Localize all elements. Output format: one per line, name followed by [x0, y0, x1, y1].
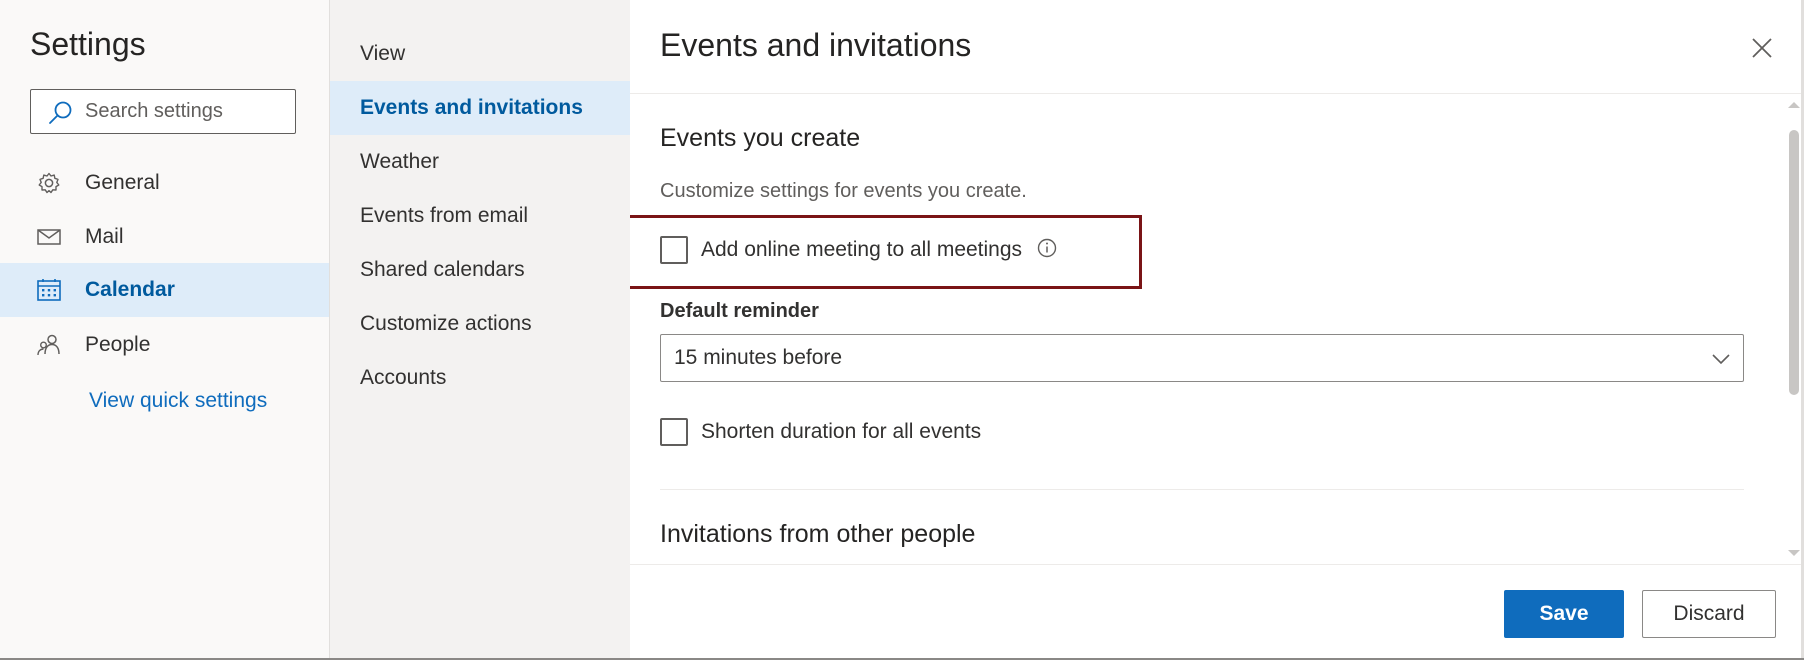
submenu-item-customize-actions[interactable]: Customize actions — [330, 297, 630, 351]
scroll-down-arrow-icon[interactable] — [1788, 550, 1800, 556]
nav-item-label: People — [85, 333, 151, 356]
submenu-item-weather[interactable]: Weather — [330, 135, 630, 189]
scrollbar-thumb[interactable] — [1789, 130, 1799, 395]
view-quick-settings-link[interactable]: View quick settings — [89, 389, 267, 413]
section-heading-events-you-create: Events you create — [660, 124, 861, 152]
settings-sidebar: Settings General Mail — [0, 0, 330, 660]
search-box[interactable] — [30, 89, 296, 134]
settings-scroll-area[interactable]: Events you create Customize settings for… — [630, 94, 1804, 564]
default-reminder-value: 15 minutes before — [674, 346, 843, 369]
online-meeting-label: Add online meeting to all meetings — [701, 238, 1023, 261]
default-reminder-label: Default reminder — [660, 300, 819, 322]
mail-icon — [37, 229, 61, 245]
calendar-submenu: View Events and invitations Weather Even… — [330, 0, 630, 660]
shorten-duration-label: Shorten duration for all events — [701, 420, 982, 443]
nav-item-mail[interactable]: Mail — [0, 210, 329, 264]
nav-item-label: General — [85, 171, 160, 194]
chevron-down-icon — [1712, 354, 1730, 365]
nav-item-calendar[interactable]: Calendar — [0, 263, 329, 317]
submenu-item-shared-calendars[interactable]: Shared calendars — [330, 243, 630, 297]
nav-item-label: Mail — [85, 225, 124, 248]
shorten-duration-option[interactable]: Shorten duration for all events — [660, 418, 981, 446]
submenu-item-events-from-email[interactable]: Events from email — [330, 189, 630, 243]
nav-item-people[interactable]: People — [0, 318, 329, 372]
gear-icon — [38, 172, 60, 194]
section-heading-invitations: Invitations from other people — [660, 520, 976, 548]
discard-button[interactable]: Discard — [1642, 590, 1776, 638]
people-icon — [37, 334, 60, 356]
search-input[interactable] — [85, 90, 285, 133]
settings-content-panel: Events and invitations Events you create… — [630, 0, 1804, 660]
section-divider — [660, 489, 1744, 490]
default-reminder-dropdown[interactable]: 15 minutes before — [660, 334, 1744, 382]
panel-title: Events and invitations — [660, 27, 972, 63]
nav-item-label: Calendar — [85, 278, 175, 301]
nav-item-general[interactable]: General — [0, 156, 329, 210]
footer-divider — [630, 564, 1804, 565]
submenu-item-accounts[interactable]: Accounts — [330, 351, 630, 405]
search-icon — [49, 101, 72, 124]
scroll-up-arrow-icon[interactable] — [1788, 102, 1800, 108]
save-button[interactable]: Save — [1504, 590, 1624, 638]
calendar-icon — [37, 279, 61, 301]
online-meeting-checkbox[interactable] — [660, 236, 688, 264]
close-icon[interactable] — [1742, 28, 1782, 68]
info-icon[interactable] — [1036, 237, 1058, 259]
submenu-item-view[interactable]: View — [330, 27, 630, 81]
section-description: Customize settings for events you create… — [660, 180, 1027, 202]
submenu-item-events-and-invitations[interactable]: Events and invitations — [330, 81, 630, 135]
online-meeting-option[interactable]: Add online meeting to all meetings — [660, 236, 1058, 264]
settings-title: Settings — [30, 26, 146, 62]
shorten-duration-checkbox[interactable] — [660, 418, 688, 446]
